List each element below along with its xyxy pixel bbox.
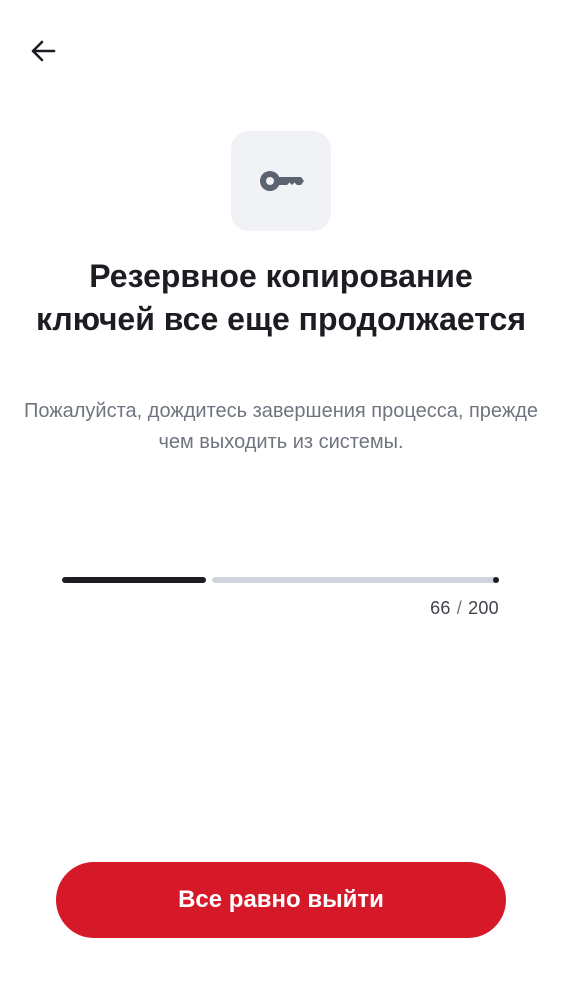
progress-count: 66/200	[430, 597, 499, 619]
progress-total: 200	[468, 598, 499, 618]
arrow-left-icon	[31, 40, 56, 62]
page-title: Резервное копирование ключей все еще про…	[36, 258, 526, 337]
progress-current: 66	[430, 598, 451, 618]
progress-fill	[62, 577, 206, 583]
progress-remaining	[212, 577, 499, 583]
page-subtitle: Пожалуйста, дождитесь завершения процесс…	[23, 400, 538, 453]
key-icon	[260, 171, 304, 191]
progress-end-dot	[493, 577, 499, 583]
exit-anyway-button[interactable]: Все равно выйти	[56, 862, 506, 938]
progress-separator: /	[456, 598, 463, 618]
key-icon-tile	[231, 131, 331, 231]
back-button[interactable]	[22, 30, 64, 72]
backup-progress-bar	[62, 577, 499, 583]
